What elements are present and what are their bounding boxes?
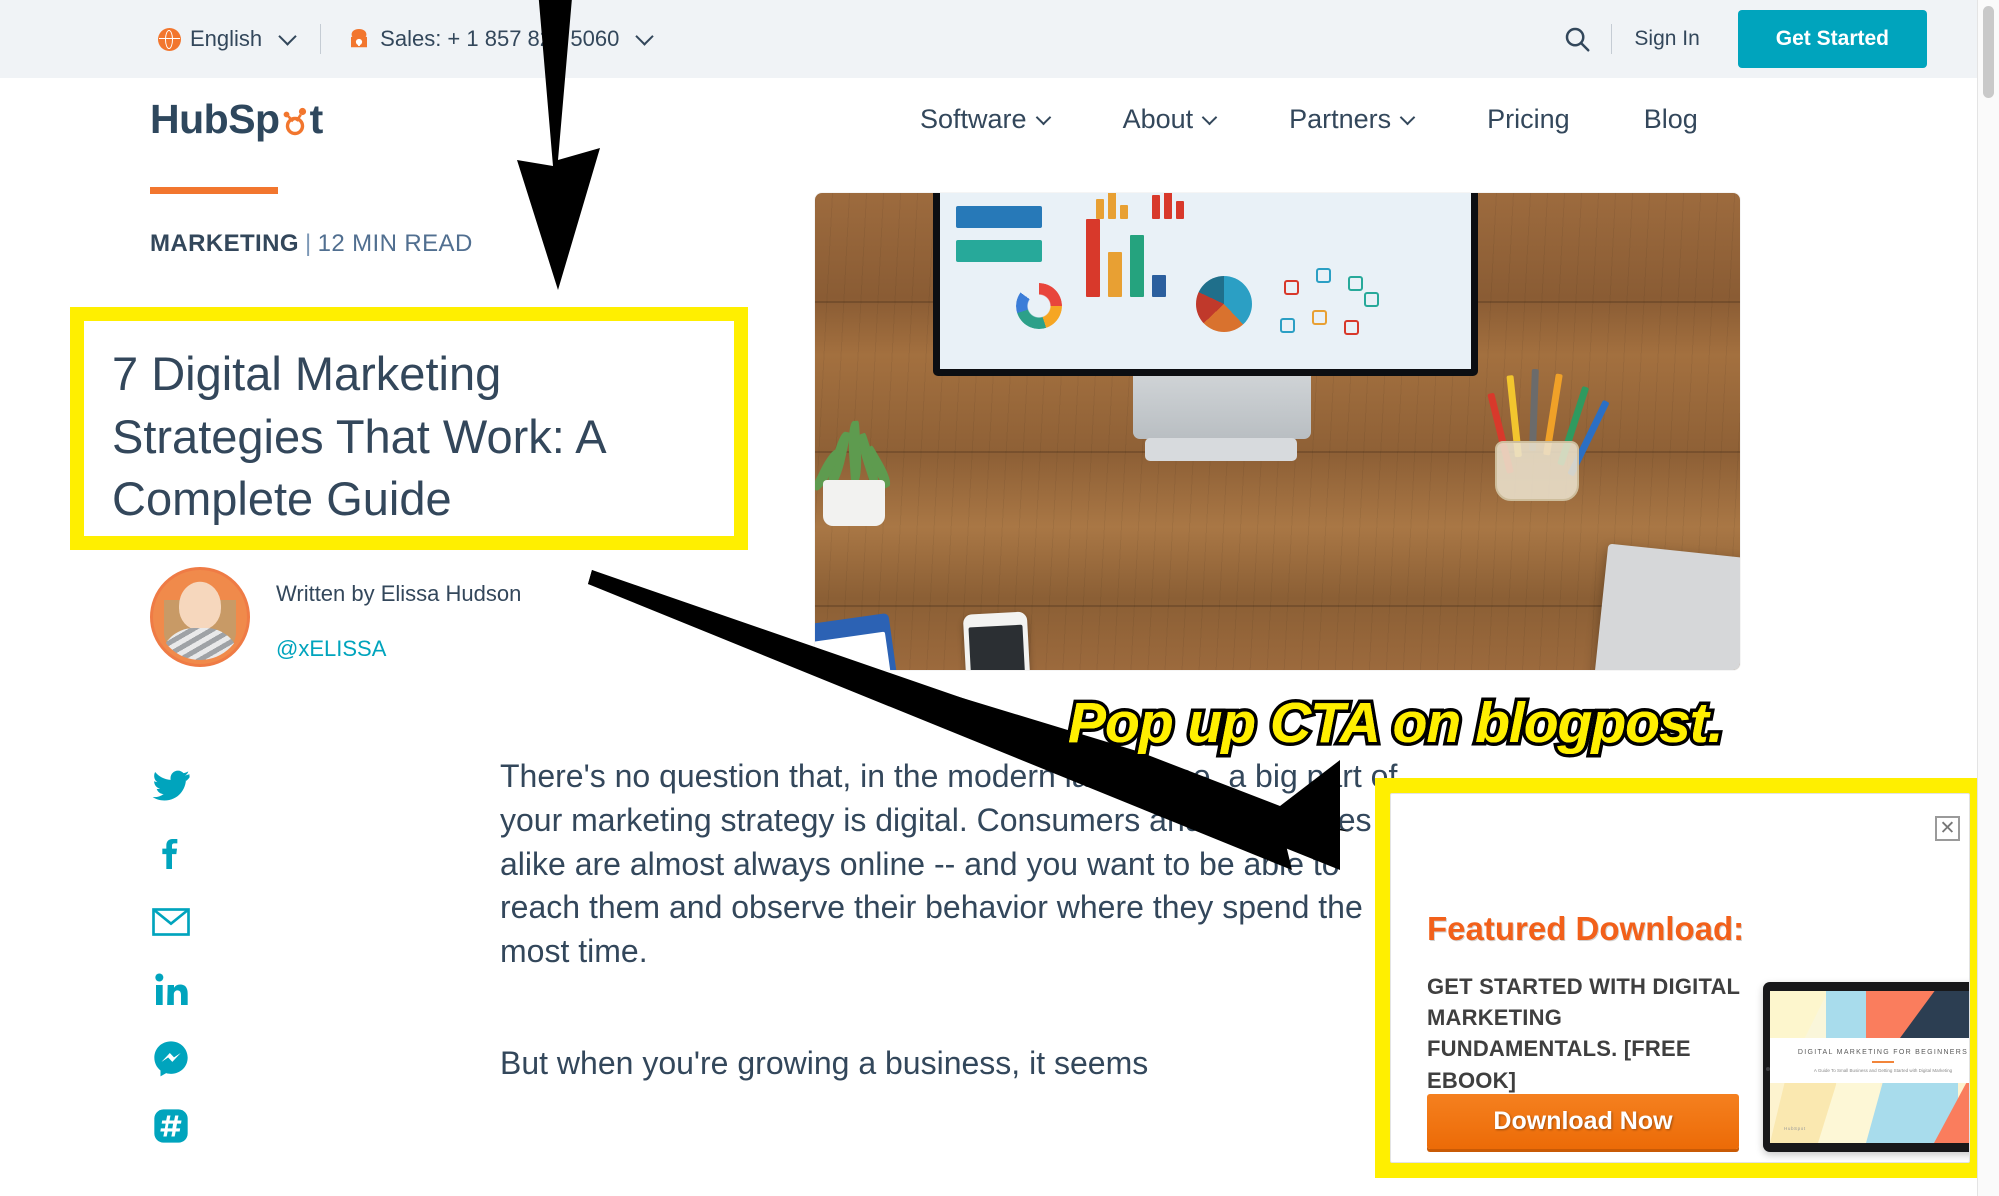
hero-image xyxy=(815,193,1740,670)
page-title: 7 Digital Marketing Strategies That Work… xyxy=(112,347,605,525)
chevron-down-icon xyxy=(1201,109,1218,125)
ebook-tag: HubSpot xyxy=(1784,1126,1806,1131)
nav-label: Partners xyxy=(1289,104,1392,134)
nav-links: Software About Partners Pricing Blog xyxy=(920,104,1698,135)
author-name: Written by Elissa Hudson xyxy=(276,581,522,606)
slack-icon[interactable] xyxy=(150,1105,192,1147)
nav-label: Blog xyxy=(1643,104,1698,134)
orange-rule-divider xyxy=(150,187,278,194)
messenger-icon[interactable] xyxy=(150,1037,192,1079)
notebook xyxy=(1588,543,1740,670)
cta-highlight-box: ✕ Featured Download: GET STARTED WITH DI… xyxy=(1375,778,1985,1178)
nav-item-partners[interactable]: Partners xyxy=(1289,104,1416,135)
plant-pot xyxy=(823,480,885,526)
linkedin-icon[interactable] xyxy=(150,969,192,1011)
nav-label: About xyxy=(1122,104,1194,134)
social-share-rail xyxy=(150,765,192,1173)
close-icon[interactable]: ✕ xyxy=(1935,816,1960,841)
twitter-icon[interactable] xyxy=(150,765,192,807)
ebook-cover: DIGITAL MARKETING FOR BEGINNERS A Guide … xyxy=(1770,991,1969,1143)
clipboard-paper xyxy=(815,631,914,670)
email-icon[interactable] xyxy=(150,901,192,943)
sprocket-icon xyxy=(280,96,310,143)
article-kicker: MARKETING | 12 MIN READ xyxy=(150,230,473,258)
cta-heading: Featured Download: xyxy=(1427,910,1745,947)
get-started-button[interactable]: Get Started xyxy=(1737,10,1927,68)
topbar-right-group: Sign In Get Started xyxy=(1557,0,1955,78)
page-root: English Sales: + 1 857 829 5060 Sign In … xyxy=(0,0,1999,1196)
facebook-icon[interactable] xyxy=(150,833,192,875)
sales-phone-selector[interactable]: Sales: + 1 857 829 5060 xyxy=(347,26,655,52)
scrollbar[interactable] xyxy=(1977,0,1999,1196)
article-read-time: 12 MIN READ xyxy=(317,230,473,257)
download-now-button[interactable]: Download Now xyxy=(1427,1094,1739,1149)
monitor-base xyxy=(1145,438,1297,461)
ebook-subtitle: A Guide To Small Business and Getting St… xyxy=(1813,1068,1953,1073)
chevron-down-icon xyxy=(1035,109,1051,125)
nav-item-blog[interactable]: Blog xyxy=(1644,104,1698,135)
title-inner: 7 Digital Marketing Strategies That Work… xyxy=(84,321,734,536)
chevron-down-icon xyxy=(635,26,655,46)
nav-item-software[interactable]: Software xyxy=(920,104,1051,135)
article-category[interactable]: MARKETING xyxy=(150,230,299,257)
topbar-divider xyxy=(320,24,322,54)
utility-topbar: English Sales: + 1 857 829 5060 Sign In … xyxy=(0,0,1977,78)
main-navigation: HubSp t Software About Partners Pricing … xyxy=(0,78,1977,166)
chevron-down-icon xyxy=(278,26,297,46)
language-selector[interactable]: English xyxy=(158,26,297,52)
nav-item-pricing[interactable]: Pricing xyxy=(1487,104,1570,135)
hubspot-logo[interactable]: HubSp t xyxy=(150,96,323,143)
scrollbar-thumb[interactable] xyxy=(1983,6,1994,98)
author-byline: Written by Elissa Hudson @xELISSA xyxy=(150,567,521,667)
body-paragraph: But when you're growing a business, it s… xyxy=(500,1045,1149,1082)
cta-popup: ✕ Featured Download: GET STARTED WITH DI… xyxy=(1390,793,1970,1163)
article-body: There's no question that, in the modern … xyxy=(500,755,1400,1086)
sales-phone-label: Sales: + 1 857 829 5060 xyxy=(380,26,620,51)
annotation-caption: Pop up CTA on blogpost. xyxy=(1068,691,1724,755)
ebook-tablet-preview: DIGITAL MARKETING FOR BEGINNERS A Guide … xyxy=(1763,982,1969,1152)
clipboard xyxy=(815,612,921,670)
smartphone xyxy=(962,611,1036,670)
title-highlight-box: 7 Digital Marketing Strategies That Work… xyxy=(70,307,748,550)
nav-label: Pricing xyxy=(1487,104,1570,134)
sign-in-link[interactable]: Sign In xyxy=(1611,24,1721,54)
chevron-down-icon xyxy=(1399,109,1416,125)
cta-subheading: GET STARTED WITH DIGITAL MARKETING FUNDA… xyxy=(1427,974,1740,1093)
author-handle-link[interactable]: @xELISSA xyxy=(276,636,521,662)
phone-icon xyxy=(347,27,371,51)
monitor-screen xyxy=(940,193,1471,369)
globe-icon xyxy=(158,27,181,51)
language-label: English xyxy=(190,26,263,51)
search-icon[interactable] xyxy=(1557,19,1597,59)
monitor-stand xyxy=(1133,376,1311,439)
topbar-left-group: English Sales: + 1 857 829 5060 xyxy=(158,24,655,54)
body-paragraph: There's no question that, in the modern … xyxy=(500,758,1398,970)
avatar[interactable] xyxy=(150,567,250,667)
logo-text: HubSp xyxy=(150,96,280,142)
kicker-separator: | xyxy=(304,230,312,257)
nav-label: Software xyxy=(920,104,1027,134)
author-meta: Written by Elissa Hudson @xELISSA xyxy=(276,567,521,662)
ebook-title: DIGITAL MARKETING FOR BEGINNERS xyxy=(1797,1049,1969,1056)
nav-item-about[interactable]: About xyxy=(1122,104,1218,135)
monitor xyxy=(933,193,1478,376)
